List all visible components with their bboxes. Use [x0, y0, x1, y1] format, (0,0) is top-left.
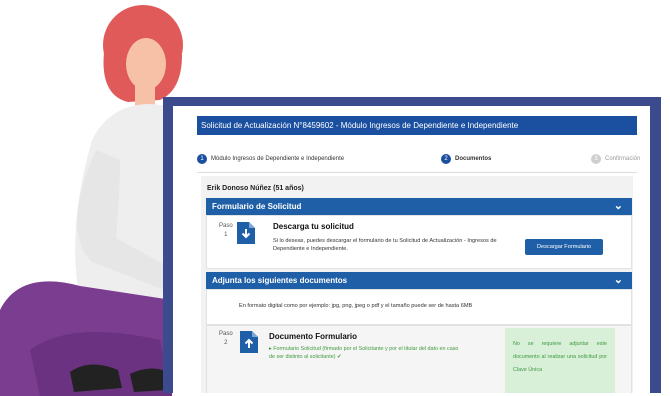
- step-number: 3: [591, 154, 601, 164]
- step-label: Documentos: [455, 156, 492, 162]
- step-2[interactable]: 2 Documentos: [441, 154, 491, 164]
- step-number: 2: [441, 154, 451, 164]
- step2-card: Paso 2 Documento Formulario ▸ Formulario…: [206, 325, 632, 393]
- face: [126, 38, 166, 90]
- card-title: Descarga tu solicitud: [273, 222, 354, 231]
- section-form-header[interactable]: Formulario de Solicitud ⌄: [206, 198, 632, 215]
- upload-file-icon: [240, 331, 258, 353]
- card-description: Si lo deseas, puedes descargar el formul…: [273, 238, 497, 252]
- card-title: Documento Formulario: [269, 332, 358, 341]
- step-label: Confirmación: [605, 156, 641, 162]
- step-indicator: Paso 2: [219, 331, 233, 346]
- shoe: [70, 364, 122, 392]
- user-name: Erik Donoso Núñez (51 años): [207, 185, 304, 192]
- document-requirement: ▸ Formulario Solicitud (firmado por el S…: [269, 346, 459, 360]
- window-title: Solicitud de Actualización N°8459602 - M…: [197, 116, 637, 135]
- step-label: Módulo Ingresos de Dependiente e Indepen…: [211, 156, 345, 162]
- app-screen: Solicitud de Actualización N°8459602 - M…: [173, 106, 650, 393]
- section-title: Adjunta los siguientes documentos: [212, 276, 348, 285]
- docs-info-card: En formato digital como por ejemplo: jpg…: [206, 289, 632, 325]
- clave-unica-notice: No se requiere adjuntar este documento a…: [505, 328, 615, 393]
- step-3[interactable]: 3 Confirmación: [591, 154, 640, 164]
- progress-steps: 1 Módulo Ingresos de Dependiente e Indep…: [197, 154, 640, 168]
- download-form-button[interactable]: Descargar Formulario: [525, 239, 603, 255]
- docs-info-text: En formato digital como por ejemplo: jpg…: [239, 303, 473, 309]
- download-file-icon: [237, 222, 255, 244]
- section-docs-header[interactable]: Adjunta los siguientes documentos ⌄: [206, 272, 632, 289]
- step-indicator: Paso 1: [219, 223, 233, 238]
- main-content: Erik Donoso Núñez (51 años) Formulario d…: [201, 176, 633, 393]
- step1-card: Paso 1 Descarga tu solicitud Si lo desea…: [206, 215, 632, 269]
- step-1[interactable]: 1 Módulo Ingresos de Dependiente e Indep…: [197, 154, 344, 164]
- section-title: Formulario de Solicitud: [212, 202, 302, 211]
- divider: [197, 172, 637, 173]
- chevron-down-icon[interactable]: ⌄: [614, 198, 623, 214]
- chevron-down-icon[interactable]: ⌄: [614, 272, 623, 288]
- step-number: 1: [197, 154, 207, 164]
- tablet-frame: Solicitud de Actualización N°8459602 - M…: [163, 97, 661, 393]
